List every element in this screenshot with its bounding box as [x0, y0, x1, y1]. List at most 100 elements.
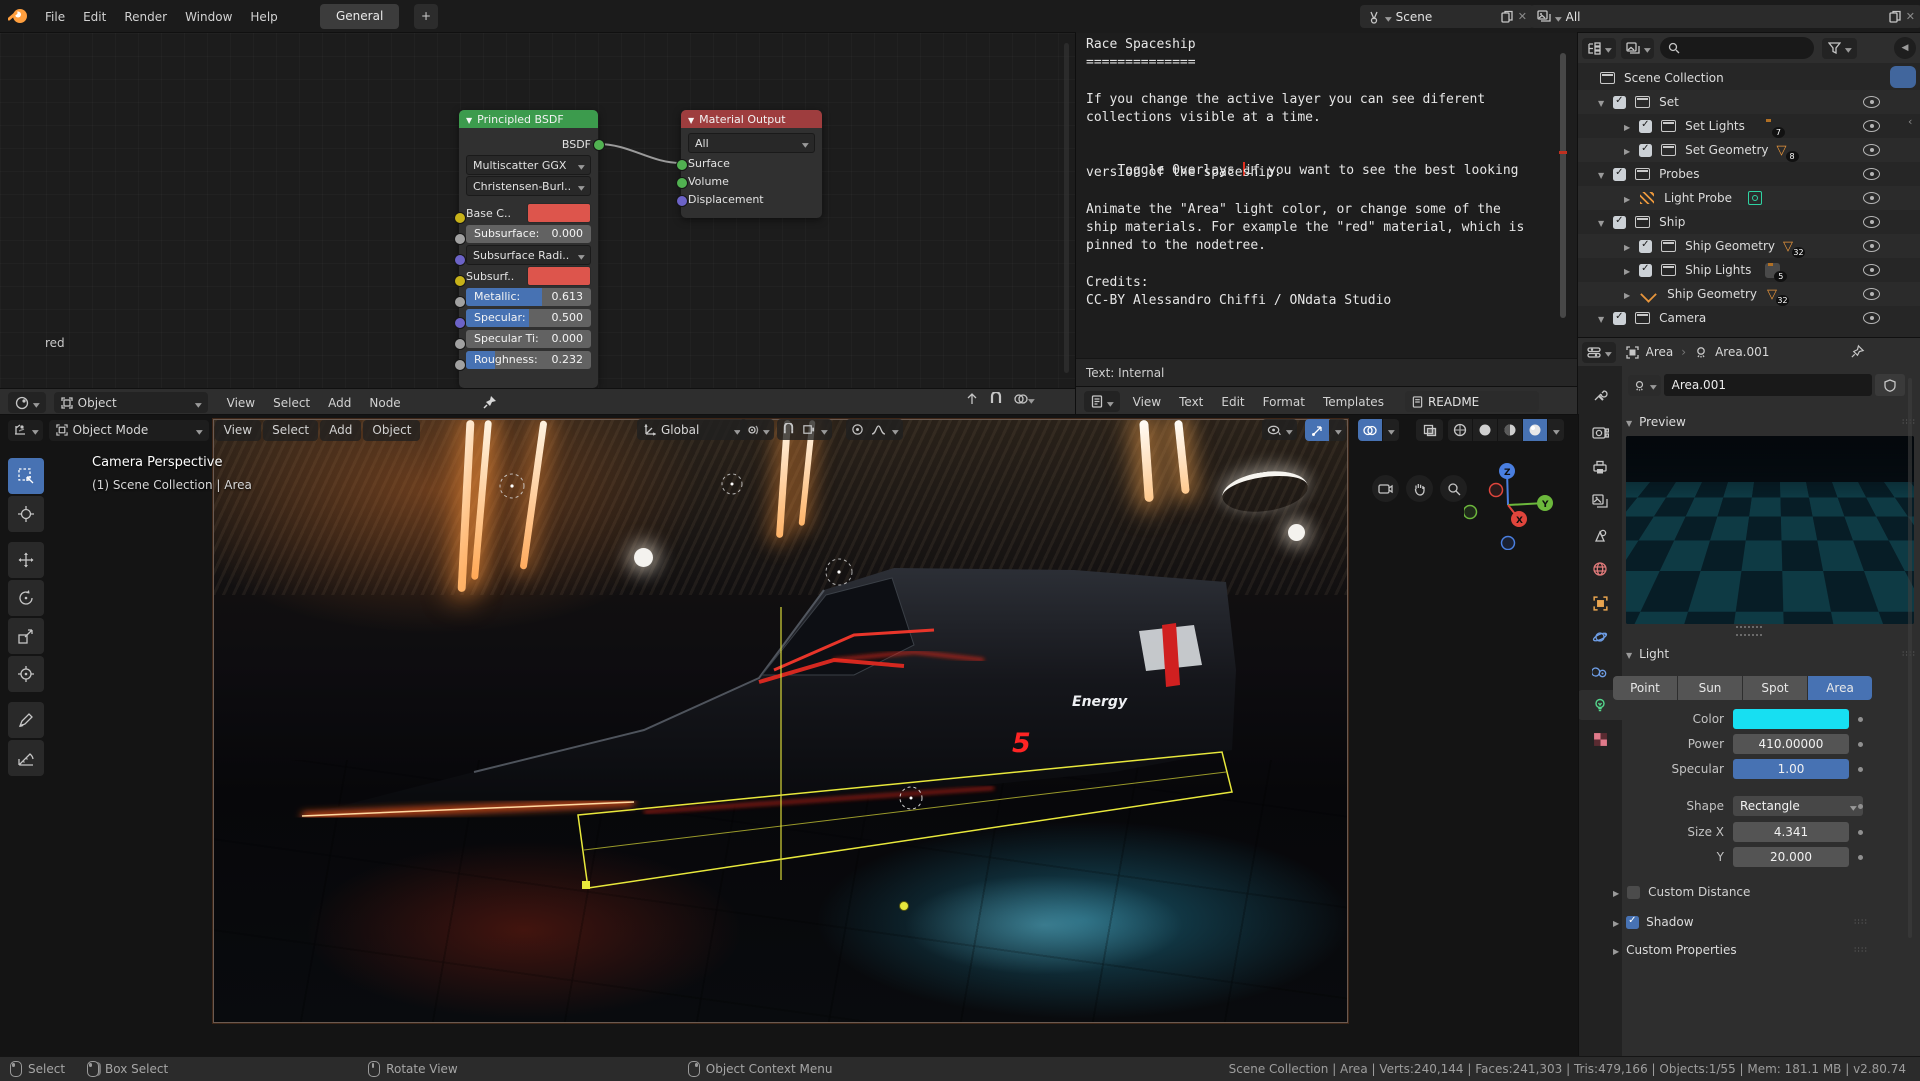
unlink-icon[interactable]: ✕ — [1518, 10, 1527, 23]
menu-add[interactable]: Add — [320, 420, 361, 441]
editor-type-button[interactable] — [1084, 391, 1120, 412]
tool-measure[interactable] — [8, 740, 44, 776]
collection-checkbox[interactable] — [1639, 120, 1652, 133]
animate-dot[interactable] — [1858, 830, 1863, 835]
collection-checkbox[interactable] — [1613, 312, 1626, 325]
specular-slider[interactable]: Specular:0.500 — [466, 309, 591, 327]
breadcrumb-object[interactable]: Area — [1646, 345, 1674, 359]
collection-checkbox[interactable] — [1639, 264, 1652, 277]
scene-selector[interactable]: Scene ✕ — [1360, 5, 1534, 28]
node-principled-bsdf[interactable]: Principled BSDF BSDF Multiscatter GGX Ch… — [459, 110, 598, 388]
menu-select[interactable]: Select — [263, 420, 318, 441]
scrollbar-vertical[interactable] — [1908, 378, 1912, 938]
mode-dropdown[interactable]: Object Mode — [49, 420, 209, 441]
outliner-row-set-lights[interactable]: Set Lights 7 — [1578, 114, 1920, 138]
subsurface-color-swatch[interactable] — [527, 266, 591, 286]
gizmos-toggle[interactable] — [1305, 419, 1329, 441]
expand-icon[interactable] — [1624, 263, 1630, 277]
subsurface-slider[interactable]: Subsurface:0.000 — [466, 225, 591, 243]
chevron-down-icon[interactable] — [893, 423, 898, 437]
collapse-node-icon[interactable] — [688, 113, 694, 126]
go-to-parent-icon[interactable] — [965, 392, 979, 406]
add-workspace-button[interactable]: + — [414, 4, 438, 29]
text-datablock-selector[interactable]: README — [1405, 391, 1539, 412]
shadow-checkbox[interactable] — [1626, 916, 1639, 929]
menu-node[interactable]: Node — [360, 389, 409, 416]
hide-eye-icon[interactable] — [1863, 144, 1880, 156]
zoom-view-button[interactable] — [1440, 475, 1467, 502]
expand-icon[interactable] — [1598, 167, 1604, 181]
outliner-row-ship-geometry[interactable]: Ship Geometry ▽32 — [1578, 234, 1920, 258]
distribution-dropdown[interactable]: Multiscatter GGX — [466, 155, 591, 175]
menu-view[interactable]: View — [218, 389, 264, 416]
collection-checkbox[interactable] — [1613, 96, 1626, 109]
tab-object[interactable] — [1578, 588, 1622, 618]
overlays-toggle[interactable] — [1358, 419, 1382, 441]
tab-output[interactable] — [1578, 452, 1622, 482]
base-color-socket[interactable] — [454, 212, 466, 224]
snap-magnet-icon[interactable] — [782, 423, 795, 436]
light-type-area[interactable]: Area — [1808, 676, 1872, 700]
shader-type-dropdown[interactable]: Object — [54, 392, 208, 413]
show-gizmo-dropdown[interactable] — [1262, 419, 1297, 440]
hide-eye-icon[interactable] — [1863, 264, 1880, 276]
animate-dot[interactable] — [1858, 742, 1863, 747]
overlays-dropdown[interactable] — [1383, 419, 1399, 441]
output-target-dropdown[interactable]: All — [688, 133, 815, 153]
expand-icon[interactable] — [1598, 95, 1604, 109]
menu-text[interactable]: Text — [1170, 387, 1212, 416]
menu-add[interactable]: Add — [319, 389, 360, 416]
expand-icon[interactable] — [1624, 191, 1630, 205]
roughness-slider[interactable]: Roughness:0.232 — [466, 351, 591, 369]
datablock-name-field[interactable]: Area.001 — [1664, 374, 1872, 396]
size-y-field[interactable]: 20.000 — [1733, 847, 1849, 867]
snap-target-icon[interactable] — [802, 423, 815, 436]
panel-resize-grip[interactable] — [1736, 626, 1762, 636]
tool-annotate[interactable] — [8, 702, 44, 738]
expand-icon[interactable] — [1624, 239, 1630, 253]
tab-scene[interactable] — [1578, 520, 1622, 550]
specular-socket[interactable] — [454, 317, 466, 329]
outliner-row-ship-lights[interactable]: Ship Lights 5 — [1578, 258, 1920, 282]
animate-dot[interactable] — [1858, 767, 1863, 772]
power-field[interactable]: 410.00000 — [1733, 734, 1849, 754]
hide-eye-icon[interactable] — [1863, 288, 1880, 300]
text-editor[interactable]: Race Spaceship ============== If you cha… — [1075, 33, 1579, 415]
overlays-toggle-icon[interactable] — [1013, 392, 1034, 406]
menu-templates[interactable]: Templates — [1314, 387, 1393, 416]
animate-dot[interactable] — [1858, 804, 1863, 809]
metallic-slider[interactable]: Metallic:0.613 — [466, 288, 591, 306]
outliner-row-camera[interactable]: Camera — [1578, 306, 1920, 330]
shading-wireframe[interactable] — [1448, 419, 1472, 441]
shading-rendered[interactable] — [1523, 419, 1547, 441]
collection-checkbox[interactable] — [1613, 168, 1626, 181]
specular-tint-slider[interactable]: Specular Ti:0.000 — [466, 330, 591, 348]
snap-magnet-icon[interactable] — [989, 392, 1003, 406]
hide-eye-icon[interactable] — [1863, 312, 1880, 324]
editor-type-button[interactable] — [1582, 342, 1616, 363]
remove-icon[interactable]: ✕ — [1906, 10, 1915, 23]
specular-field[interactable]: 1.00 — [1733, 759, 1849, 779]
shading-solid[interactable] — [1473, 419, 1497, 441]
menu-file[interactable]: File — [36, 0, 74, 33]
custom-distance-checkbox[interactable] — [1627, 886, 1640, 899]
bsdf-output-socket[interactable] — [593, 139, 605, 151]
menu-format[interactable]: Format — [1254, 387, 1314, 416]
outliner-row-set-geometry[interactable]: Set Geometry ▽8 — [1578, 138, 1920, 162]
menu-select[interactable]: Select — [264, 389, 319, 416]
collection-checkbox[interactable] — [1639, 144, 1652, 157]
navigation-axis-gizmo[interactable]: Z Y X — [1464, 460, 1554, 550]
base-color-swatch[interactable] — [527, 203, 591, 223]
filter-dropdown[interactable] — [1822, 38, 1857, 59]
tool-rotate[interactable] — [8, 580, 44, 616]
node-material-output[interactable]: Material Output All Surface Volume Displ… — [681, 110, 822, 218]
subsurface-color-socket[interactable] — [454, 275, 466, 287]
subsurface-socket[interactable] — [454, 233, 466, 245]
sss-method-dropdown[interactable]: Christensen-Burl.. — [466, 176, 591, 196]
collapse-node-icon[interactable] — [466, 113, 472, 126]
animate-dot[interactable] — [1858, 855, 1863, 860]
outliner-row-scene-collection[interactable]: Scene Collection — [1578, 66, 1920, 90]
menu-window[interactable]: Window — [176, 0, 241, 33]
panel-custom-properties[interactable]: Custom Properties — [1613, 938, 1916, 962]
surface-input-socket[interactable] — [676, 159, 688, 171]
